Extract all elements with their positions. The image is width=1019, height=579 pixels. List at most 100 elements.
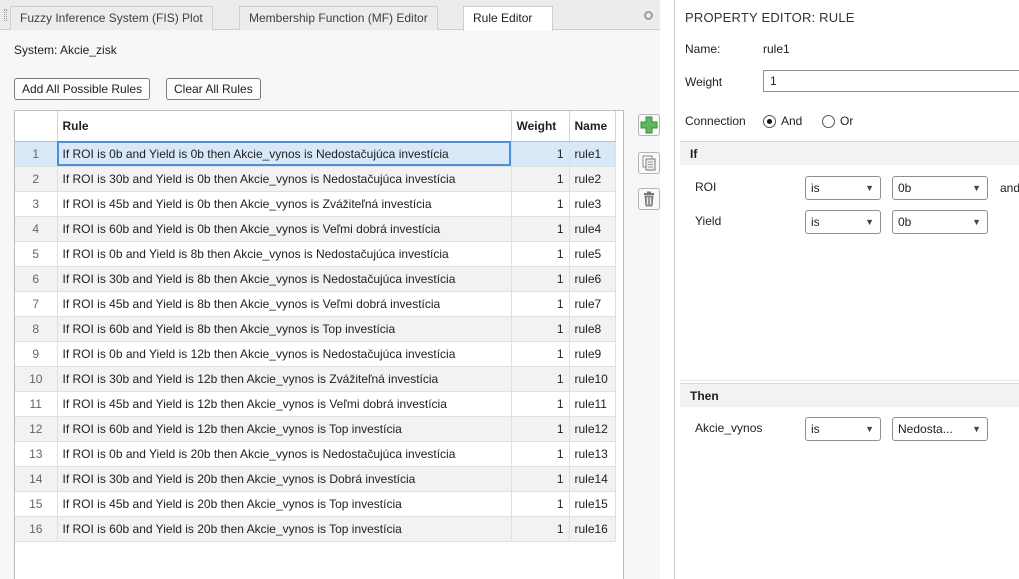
weight-cell[interactable]: 1 <box>511 166 570 192</box>
rule-text-cell[interactable]: If ROI is 30b and Yield is 8b then Akcie… <box>57 266 512 292</box>
row-index-cell[interactable]: 11 <box>15 391 58 417</box>
rule-text-cell[interactable]: If ROI is 30b and Yield is 0b then Akcie… <box>57 166 512 192</box>
row-index-cell[interactable]: 1 <box>15 141 58 167</box>
table-row[interactable]: 5 If ROI is 0b and Yield is 8b then Akcie… <box>15 241 616 267</box>
name-cell[interactable]: rule6 <box>569 266 616 292</box>
close-icon[interactable] <box>644 11 653 20</box>
name-cell[interactable]: rule16 <box>569 516 616 542</box>
column-header-rule[interactable]: Rule <box>57 111 512 142</box>
rule-text-cell[interactable]: If ROI is 0b and Yield is 8b then Akcie_… <box>57 241 512 267</box>
tab-fis-plot[interactable]: Fuzzy Inference System (FIS) Plot <box>10 6 213 30</box>
row-index-cell[interactable]: 9 <box>15 341 58 367</box>
rule-text-cell[interactable]: If ROI is 45b and Yield is 20b then Akci… <box>57 491 512 517</box>
weight-cell[interactable]: 1 <box>511 291 570 317</box>
rule-text-cell[interactable]: If ROI is 60b and Yield is 12b then Akci… <box>57 416 512 442</box>
rules-table[interactable]: Rule Weight Name 1 If ROI is 0b and Yield… <box>14 110 624 579</box>
row-index-cell[interactable]: 16 <box>15 516 58 542</box>
table-row[interactable]: 12 If ROI is 60b and Yield is 12b then Ak… <box>15 416 616 442</box>
rule-text-cell[interactable]: If ROI is 0b and Yield is 20b then Akcie… <box>57 441 512 467</box>
weight-cell[interactable]: 1 <box>511 191 570 217</box>
name-cell[interactable]: rule5 <box>569 241 616 267</box>
column-header-name[interactable]: Name <box>569 111 616 142</box>
tab-rule-editor[interactable]: Rule Editor <box>463 6 553 31</box>
table-row[interactable]: 6 If ROI is 30b and Yield is 8b then Akci… <box>15 266 616 292</box>
weight-cell[interactable]: 1 <box>511 491 570 517</box>
row-index-cell[interactable]: 3 <box>15 191 58 217</box>
rule-text-cell[interactable]: If ROI is 0b and Yield is 0b then Akcie_… <box>57 141 512 167</box>
table-row[interactable]: 9 If ROI is 0b and Yield is 12b then Akci… <box>15 341 616 367</box>
weight-cell[interactable]: 1 <box>511 516 570 542</box>
row-index-cell[interactable]: 14 <box>15 466 58 492</box>
add-all-rules-button[interactable]: Add All Possible Rules <box>14 78 151 100</box>
row-index-cell[interactable]: 12 <box>15 416 58 442</box>
name-cell[interactable]: rule7 <box>569 291 616 317</box>
connection-or-label[interactable]: Or <box>840 114 853 128</box>
rule-text-cell[interactable]: If ROI is 30b and Yield is 20b then Akci… <box>57 466 512 492</box>
connection-and-label[interactable]: And <box>781 114 802 128</box>
weight-cell[interactable]: 1 <box>511 266 570 292</box>
table-row[interactable]: 13 If ROI is 0b and Yield is 20b then Akc… <box>15 441 616 467</box>
copy-rule-button[interactable] <box>638 152 660 174</box>
rule-text-cell[interactable]: If ROI is 45b and Yield is 8b then Akcie… <box>57 291 512 317</box>
weight-cell[interactable]: 1 <box>511 466 570 492</box>
row-index-cell[interactable]: 8 <box>15 316 58 342</box>
weight-cell[interactable]: 1 <box>511 216 570 242</box>
name-cell[interactable]: rule13 <box>569 441 616 467</box>
name-cell[interactable]: rule9 <box>569 341 616 367</box>
row-index-cell[interactable]: 6 <box>15 266 58 292</box>
weight-cell[interactable]: 1 <box>511 416 570 442</box>
rule-text-cell[interactable]: If ROI is 30b and Yield is 12b then Akci… <box>57 366 512 392</box>
row-index-cell[interactable]: 2 <box>15 166 58 192</box>
column-header-weight[interactable]: Weight <box>511 111 570 142</box>
table-row[interactable]: 11 If ROI is 45b and Yield is 12b then Ak… <box>15 391 616 417</box>
name-cell[interactable]: rule12 <box>569 416 616 442</box>
table-row[interactable]: 1 If ROI is 0b and Yield is 0b then Akcie… <box>15 141 616 167</box>
name-cell[interactable]: rule4 <box>569 216 616 242</box>
if-yield-operator-dropdown[interactable]: is ▼ <box>805 210 881 234</box>
table-row[interactable]: 15 If ROI is 45b and Yield is 20b then Ak… <box>15 491 616 517</box>
clear-all-rules-button[interactable]: Clear All Rules <box>166 78 261 100</box>
weight-cell[interactable]: 1 <box>511 316 570 342</box>
row-index-cell[interactable]: 4 <box>15 216 58 242</box>
rule-text-cell[interactable]: If ROI is 60b and Yield is 20b then Akci… <box>57 516 512 542</box>
table-row[interactable]: 2 If ROI is 30b and Yield is 0b then Akci… <box>15 166 616 192</box>
row-index-cell[interactable]: 10 <box>15 366 58 392</box>
connection-or-radio[interactable] <box>822 115 835 128</box>
table-row[interactable]: 7 If ROI is 45b and Yield is 8b then Akci… <box>15 291 616 317</box>
table-row[interactable]: 10 If ROI is 30b and Yield is 12b then Ak… <box>15 366 616 392</box>
rule-text-cell[interactable]: If ROI is 60b and Yield is 8b then Akcie… <box>57 316 512 342</box>
name-cell[interactable]: rule3 <box>569 191 616 217</box>
rule-text-cell[interactable]: If ROI is 45b and Yield is 12b then Akci… <box>57 391 512 417</box>
weight-cell[interactable]: 1 <box>511 391 570 417</box>
table-row[interactable]: 3 If ROI is 45b and Yield is 0b then Akci… <box>15 191 616 217</box>
name-cell[interactable]: rule2 <box>569 166 616 192</box>
weight-cell[interactable]: 1 <box>511 141 570 167</box>
table-row[interactable]: 14 If ROI is 30b and Yield is 20b then Ak… <box>15 466 616 492</box>
if-yield-mf-dropdown[interactable]: 0b ▼ <box>892 210 988 234</box>
drag-grip-icon[interactable] <box>4 9 7 21</box>
table-row[interactable]: 16 If ROI is 60b and Yield is 20b then Ak… <box>15 516 616 542</box>
rule-text-cell[interactable]: If ROI is 60b and Yield is 0b then Akcie… <box>57 216 512 242</box>
weight-cell[interactable]: 1 <box>511 366 570 392</box>
name-cell[interactable]: rule11 <box>569 391 616 417</box>
table-row[interactable]: 8 If ROI is 60b and Yield is 8b then Akci… <box>15 316 616 342</box>
add-rule-button[interactable] <box>638 114 660 136</box>
table-row[interactable]: 4 If ROI is 60b and Yield is 0b then Akci… <box>15 216 616 242</box>
row-index-cell[interactable]: 15 <box>15 491 58 517</box>
then-operator-dropdown[interactable]: is ▼ <box>805 417 881 441</box>
name-cell[interactable]: rule10 <box>569 366 616 392</box>
name-cell[interactable]: rule8 <box>569 316 616 342</box>
row-index-cell[interactable]: 13 <box>15 441 58 467</box>
rule-text-cell[interactable]: If ROI is 45b and Yield is 0b then Akcie… <box>57 191 512 217</box>
if-roi-operator-dropdown[interactable]: is ▼ <box>805 176 881 200</box>
row-index-cell[interactable]: 7 <box>15 291 58 317</box>
if-roi-mf-dropdown[interactable]: 0b ▼ <box>892 176 988 200</box>
weight-input[interactable]: 1 <box>763 70 1019 92</box>
column-header-index[interactable] <box>15 111 58 142</box>
name-cell[interactable]: rule1 <box>569 141 616 167</box>
tab-mf-editor[interactable]: Membership Function (MF) Editor <box>239 6 438 30</box>
weight-cell[interactable]: 1 <box>511 241 570 267</box>
weight-cell[interactable]: 1 <box>511 441 570 467</box>
weight-cell[interactable]: 1 <box>511 341 570 367</box>
name-cell[interactable]: rule14 <box>569 466 616 492</box>
